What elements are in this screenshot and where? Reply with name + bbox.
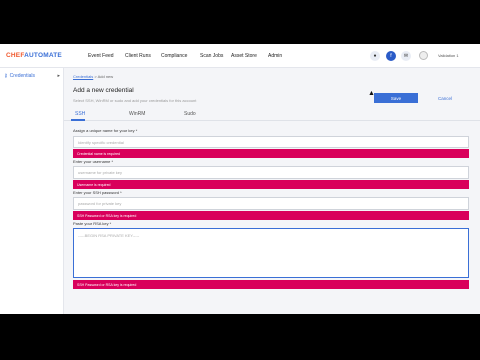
page-title: Add a new credential	[73, 87, 134, 94]
notification-icon[interactable]: ✉	[401, 51, 411, 61]
active-tab-indicator	[71, 119, 85, 121]
password-label: Enter your SSH password *	[73, 190, 122, 195]
name-error: Credential name is required	[73, 149, 469, 158]
cancel-button[interactable]: Cancel	[438, 96, 452, 101]
user-name[interactable]: Validation 1	[438, 53, 459, 58]
breadcrumb: Credentials > Add new	[73, 74, 113, 79]
sidebar-item-credentials[interactable]: ⚷ Credentials ▸	[4, 71, 60, 81]
app-screen: CHEFAUTOMATE Event Feed Client Runs Comp…	[0, 44, 480, 314]
nav-admin[interactable]: Admin	[268, 53, 282, 59]
tab-ssh[interactable]: SSH	[75, 111, 85, 117]
chef-icon[interactable]: f	[386, 51, 396, 61]
breadcrumb-credentials-link[interactable]: Credentials	[73, 74, 93, 79]
tab-sudo[interactable]: Sudo	[184, 111, 196, 117]
nav-scan-jobs[interactable]: Scan Jobs	[200, 53, 223, 59]
password-input[interactable]: password for private key	[73, 197, 469, 210]
rsa-key-error: SSH Password or RSA key is required	[73, 280, 469, 289]
nav-compliance[interactable]: Compliance	[161, 53, 187, 59]
user-avatar[interactable]	[419, 51, 428, 60]
top-nav: CHEFAUTOMATE Event Feed Client Runs Comp…	[0, 44, 480, 68]
nav-client-runs[interactable]: Client Runs	[125, 53, 151, 59]
breadcrumb-separator: >	[94, 74, 97, 79]
username-error: Username is required	[73, 180, 469, 189]
nav-event-feed[interactable]: Event Feed	[88, 53, 114, 59]
name-label: Assign a unique name for your key *	[73, 128, 138, 133]
username-label: Enter your username *	[73, 159, 114, 164]
chevron-right-icon[interactable]: ▸	[57, 73, 60, 79]
sidebar-item-label: Credentials	[9, 73, 35, 79]
save-button[interactable]: Save	[374, 93, 418, 103]
breadcrumb-current: Add new	[97, 74, 114, 79]
page-subtitle: Select SSH, WinRM or sudo and add your c…	[73, 98, 197, 103]
settings-icon[interactable]: ●	[370, 51, 380, 61]
mouse-cursor-icon: ▲	[368, 90, 375, 97]
nav-asset-store[interactable]: Asset Store	[231, 53, 257, 59]
username-input[interactable]: username for private key	[73, 166, 469, 179]
name-input[interactable]: Identify specific credential	[73, 136, 469, 148]
rsa-key-label: Paste your RSA key *	[73, 221, 112, 226]
key-icon: ⚷	[4, 73, 8, 79]
tab-winrm[interactable]: WinRM	[129, 111, 145, 117]
logo-text-automate: AUTOMATE	[24, 52, 62, 59]
chef-automate-logo[interactable]: CHEFAUTOMATE	[6, 52, 62, 59]
password-error: SSH Password or RSA key is required	[73, 211, 469, 220]
logo-text-chef: CHEF	[6, 52, 25, 59]
credential-type-tabs: SSH WinRM Sudo	[64, 109, 480, 121]
rsa-key-textarea[interactable]: -----BEGIN RSA PRIVATE KEY-----	[73, 228, 469, 278]
sidebar: ⚷ Credentials ▸	[0, 68, 64, 314]
